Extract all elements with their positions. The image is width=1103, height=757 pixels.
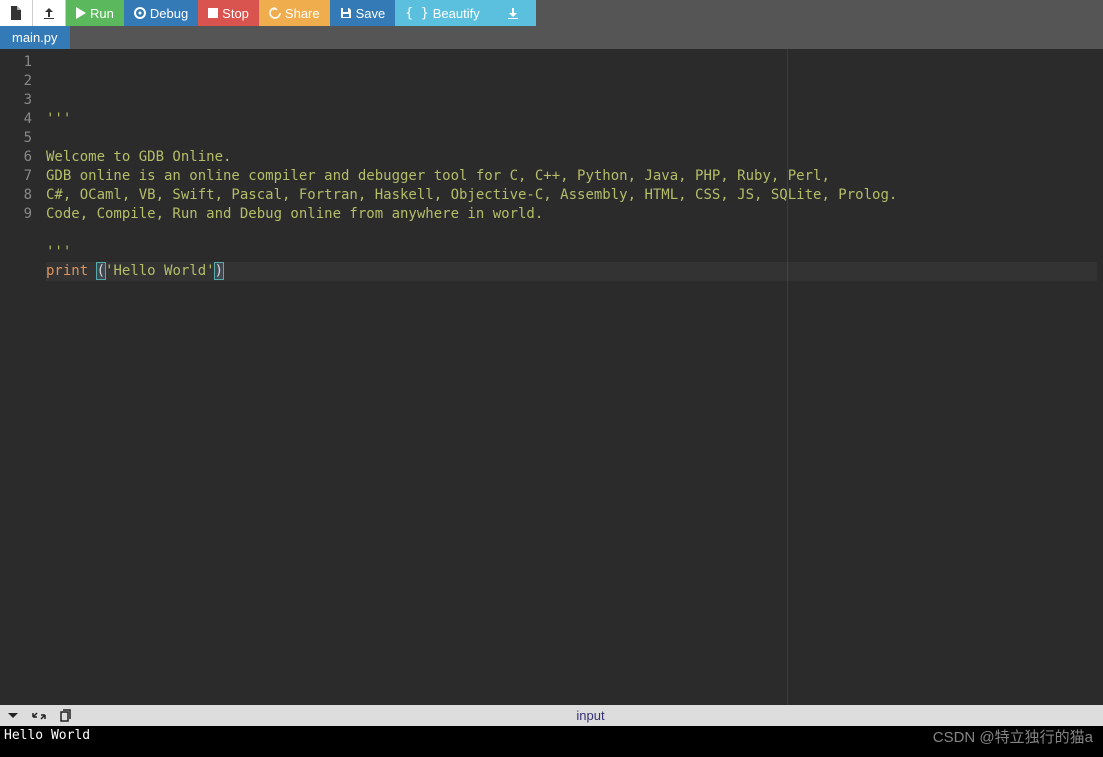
- beautify-icon: { }: [405, 6, 428, 21]
- collapse-console-button[interactable]: [6, 711, 20, 721]
- code-line[interactable]: GDB online is an online compiler and deb…: [46, 167, 1097, 186]
- code-editor[interactable]: 123456789 ''' Welcome to GDB Online.GDB o…: [0, 49, 1103, 705]
- line-number: 1: [4, 53, 32, 72]
- code-line[interactable]: [46, 129, 1097, 148]
- line-number: 4: [4, 110, 32, 129]
- copy-output-button[interactable]: [58, 709, 72, 723]
- line-number: 2: [4, 72, 32, 91]
- debug-label: Debug: [150, 6, 188, 21]
- code-line[interactable]: ''': [46, 243, 1097, 262]
- console-text: Hello World: [4, 728, 90, 743]
- run-label: Run: [90, 6, 114, 21]
- new-file-button[interactable]: [0, 0, 33, 26]
- line-gutter: 123456789: [0, 49, 40, 705]
- save-button[interactable]: Save: [330, 0, 396, 26]
- tab-main[interactable]: main.py: [0, 26, 70, 49]
- download-icon: [506, 6, 520, 20]
- run-button[interactable]: Run: [66, 0, 124, 26]
- code-line[interactable]: Code, Compile, Run and Debug online from…: [46, 205, 1097, 224]
- stop-button[interactable]: Stop: [198, 0, 259, 26]
- line-number: 8: [4, 186, 32, 205]
- upload-icon: [42, 6, 56, 20]
- expand-console-button[interactable]: [32, 709, 46, 723]
- console-output[interactable]: Hello World: [0, 726, 1103, 757]
- code-line[interactable]: ''': [46, 110, 1097, 129]
- line-number: 9: [4, 205, 32, 224]
- share-icon: [269, 7, 281, 19]
- beautify-label: Beautify: [433, 6, 480, 21]
- tab-label: main.py: [12, 30, 58, 45]
- file-icon: [10, 6, 22, 20]
- stop-icon: [208, 8, 218, 18]
- line-number: 6: [4, 148, 32, 167]
- console-toolbar: input: [0, 705, 1103, 726]
- debug-icon: [134, 7, 146, 19]
- upload-file-button[interactable]: [33, 0, 66, 26]
- debug-button[interactable]: Debug: [124, 0, 198, 26]
- code-line[interactable]: [46, 224, 1097, 243]
- share-button[interactable]: Share: [259, 0, 330, 26]
- code-line[interactable]: Welcome to GDB Online.: [46, 148, 1097, 167]
- download-button[interactable]: [490, 0, 536, 26]
- share-label: Share: [285, 6, 320, 21]
- play-icon: [76, 7, 86, 19]
- stop-label: Stop: [222, 6, 249, 21]
- code-area[interactable]: ''' Welcome to GDB Online.GDB online is a…: [40, 49, 1103, 705]
- line-number: 7: [4, 167, 32, 186]
- toolbar: Run Debug Stop Share Save { } Beautify: [0, 0, 1103, 26]
- save-icon: [340, 7, 352, 19]
- input-label[interactable]: input: [576, 708, 604, 723]
- beautify-button[interactable]: { } Beautify: [395, 0, 489, 26]
- code-line[interactable]: print ('Hello World'): [46, 262, 1097, 281]
- code-line[interactable]: C#, OCaml, VB, Swift, Pascal, Fortran, H…: [46, 186, 1097, 205]
- save-label: Save: [356, 6, 386, 21]
- line-number: 5: [4, 129, 32, 148]
- tab-bar: main.py: [0, 26, 1103, 49]
- line-number: 3: [4, 91, 32, 110]
- print-margin: [787, 49, 788, 705]
